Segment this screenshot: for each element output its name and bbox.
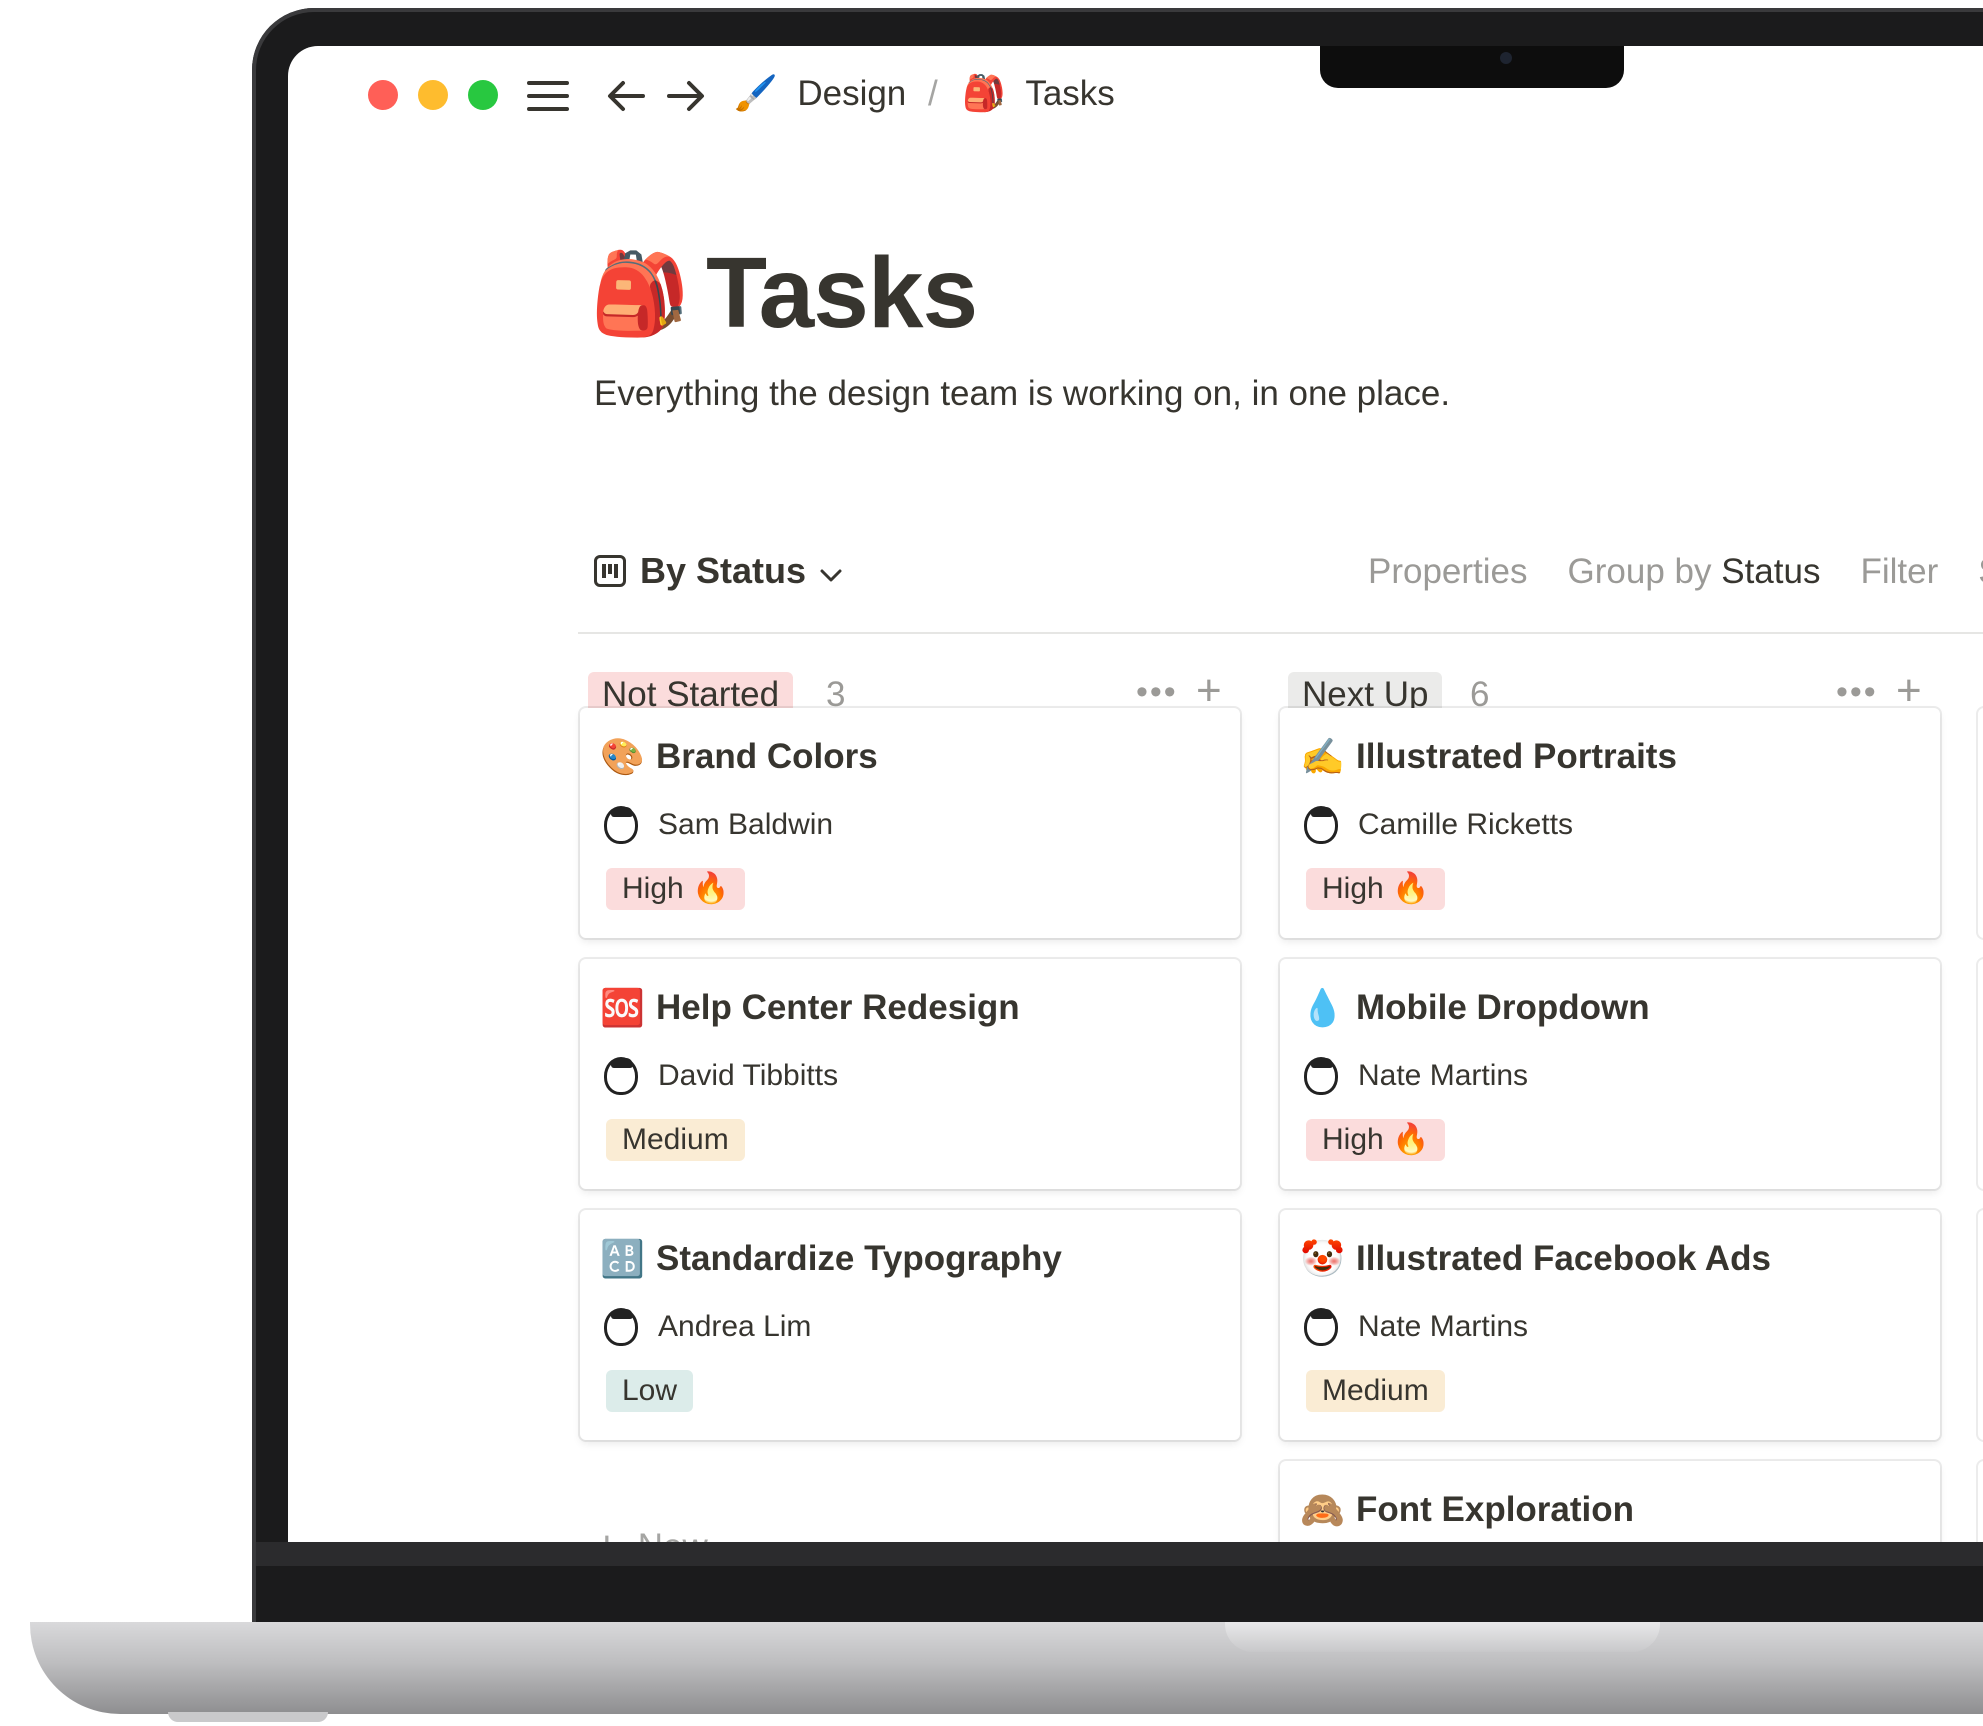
page-description: Everything the design team is working on… xyxy=(594,374,1451,413)
clown-face-icon: 🤡 xyxy=(1300,1238,1345,1279)
droplet-icon: 💧 xyxy=(1300,987,1345,1028)
priority-badge: High 🔥 xyxy=(1306,1119,1446,1161)
page-title: Tasks xyxy=(706,237,978,349)
screen-bottom-bezel xyxy=(256,1542,1983,1566)
priority-badge: Medium xyxy=(606,1119,745,1161)
card-assignee: Andrea Lim xyxy=(604,1308,811,1346)
view-toolbar: By Status Properties Group by Status Fil… xyxy=(578,542,1983,602)
assignee-name: Camille Ricketts xyxy=(1358,808,1574,841)
card-font-exploration[interactable]: 🙈 Font Exploration xyxy=(1280,1461,1940,1542)
new-card-label: New xyxy=(638,1527,708,1542)
laptop-foot xyxy=(168,1712,328,1722)
card-peek[interactable] xyxy=(1978,708,1983,938)
card-assignee: Nate Martins xyxy=(1304,1057,1528,1095)
page-icon[interactable]: 🎒 xyxy=(590,246,690,342)
card-standardize-typography[interactable]: 🔠 Standardize Typography Andrea Lim Low xyxy=(580,1210,1240,1440)
breadcrumb-tasks[interactable]: 🎒 Tasks xyxy=(962,74,1115,114)
see-no-evil-monkey-icon: 🙈 xyxy=(1300,1489,1345,1530)
card-help-center-redesign[interactable]: 🆘 Help Center Redesign David Tibbitts Med… xyxy=(580,959,1240,1189)
priority-badge: Low xyxy=(606,1370,694,1412)
new-card-button[interactable]: + New xyxy=(594,1522,708,1542)
laptop-hinge-notch xyxy=(1225,1622,1660,1652)
card-title: 🙈 Font Exploration xyxy=(1300,1489,1634,1531)
properties-button[interactable]: Properties xyxy=(1368,552,1528,592)
assignee-name: David Tibbitts xyxy=(658,1059,839,1092)
card-title: 🔠 Standardize Typography xyxy=(600,1238,1062,1280)
zoom-window-button[interactable] xyxy=(468,80,498,110)
card-title: 💧 Mobile Dropdown xyxy=(1300,987,1650,1029)
card-assignee: David Tibbitts xyxy=(604,1057,838,1095)
paintbrush-icon: 🖌️ xyxy=(734,74,778,113)
chevron-down-icon xyxy=(820,550,842,592)
sos-icon: 🆘 xyxy=(600,987,645,1028)
card-title: ✍️ Illustrated Portraits xyxy=(1300,736,1677,778)
card-title-text: Illustrated Portraits xyxy=(1356,737,1677,776)
group-by-label: Group by xyxy=(1567,552,1712,591)
card-assignee: Nate Martins xyxy=(1304,1308,1528,1346)
view-name: By Status xyxy=(640,550,807,591)
camera-notch xyxy=(1320,46,1624,88)
card-mobile-dropdown[interactable]: 💧 Mobile Dropdown Nate Martins High 🔥 xyxy=(1280,959,1940,1189)
breadcrumb-label: Design xyxy=(797,74,907,113)
board-view-icon xyxy=(594,555,626,587)
title-bar: 🖌️ Design / 🎒 Tasks xyxy=(288,46,1983,138)
card-title: 🎨 Brand Colors xyxy=(600,736,878,778)
breadcrumb-separator: / xyxy=(928,74,938,113)
avatar xyxy=(604,1057,638,1095)
minimize-window-button[interactable] xyxy=(418,80,448,110)
card-assignee: Camille Ricketts xyxy=(1304,806,1573,844)
menu-icon[interactable] xyxy=(526,76,570,116)
card-peek[interactable] xyxy=(1978,1210,1983,1440)
view-actions: Properties Group by Status Filter S xyxy=(1368,552,1983,592)
view-divider xyxy=(578,632,1983,634)
card-title: 🤡 Illustrated Facebook Ads xyxy=(1300,1238,1771,1280)
avatar xyxy=(604,806,638,844)
view-switcher[interactable]: By Status xyxy=(594,550,842,592)
camera-icon xyxy=(1500,52,1512,64)
priority-badge: Medium xyxy=(1306,1370,1445,1412)
avatar xyxy=(1304,806,1338,844)
card-title-text: Brand Colors xyxy=(656,737,878,776)
priority-badge: High 🔥 xyxy=(1306,868,1446,910)
breadcrumb-design[interactable]: 🖌️ Design xyxy=(734,74,906,114)
sort-button[interactable]: S xyxy=(1978,552,1983,592)
more-options-icon[interactable]: ••• xyxy=(1836,672,1878,712)
writing-hand-icon: ✍️ xyxy=(1300,736,1345,777)
avatar xyxy=(1304,1308,1338,1346)
card-illustrated-facebook-ads[interactable]: 🤡 Illustrated Facebook Ads Nate Martins M… xyxy=(1280,1210,1940,1440)
card-title-text: Font Exploration xyxy=(1356,1490,1635,1529)
close-window-button[interactable] xyxy=(368,80,398,110)
card-brand-colors[interactable]: 🎨 Brand Colors Sam Baldwin High 🔥 xyxy=(580,708,1240,938)
abcd-icon: 🔠 xyxy=(600,1238,645,1279)
card-title-text: Standardize Typography xyxy=(656,1239,1062,1278)
card-title-text: Illustrated Facebook Ads xyxy=(1356,1239,1771,1278)
assignee-name: Sam Baldwin xyxy=(658,808,834,841)
assignee-name: Andrea Lim xyxy=(658,1310,812,1343)
group-by-value: Status xyxy=(1721,552,1821,591)
avatar xyxy=(1304,1057,1338,1095)
card-title-text: Mobile Dropdown xyxy=(1356,988,1650,1027)
card-title-text: Help Center Redesign xyxy=(656,988,1020,1027)
card-title: 🆘 Help Center Redesign xyxy=(600,987,1020,1029)
assignee-name: Nate Martins xyxy=(1358,1310,1529,1343)
arrow-left-icon[interactable] xyxy=(606,76,646,116)
plus-icon: + xyxy=(594,1522,620,1542)
card-peek[interactable] xyxy=(1978,959,1983,1189)
palette-icon: 🎨 xyxy=(600,736,645,777)
card-illustrated-portraits[interactable]: ✍️ Illustrated Portraits Camille Ricketts… xyxy=(1280,708,1940,938)
priority-badge: High 🔥 xyxy=(606,868,746,910)
card-peek[interactable] xyxy=(1978,1461,1983,1542)
breadcrumb-label: Tasks xyxy=(1025,74,1115,113)
filter-button[interactable]: Filter xyxy=(1860,552,1938,592)
assignee-name: Nate Martins xyxy=(1358,1059,1529,1092)
backpack-icon: 🎒 xyxy=(962,74,1006,113)
avatar xyxy=(604,1308,638,1346)
more-options-icon[interactable]: ••• xyxy=(1136,672,1178,712)
arrow-right-icon[interactable] xyxy=(666,76,706,116)
group-by-button[interactable]: Group by Status xyxy=(1568,552,1821,592)
card-assignee: Sam Baldwin xyxy=(604,806,833,844)
laptop-base xyxy=(30,1622,1983,1714)
app-window: 🖌️ Design / 🎒 Tasks 🎒 Tasks Everything t… xyxy=(288,46,1983,1542)
